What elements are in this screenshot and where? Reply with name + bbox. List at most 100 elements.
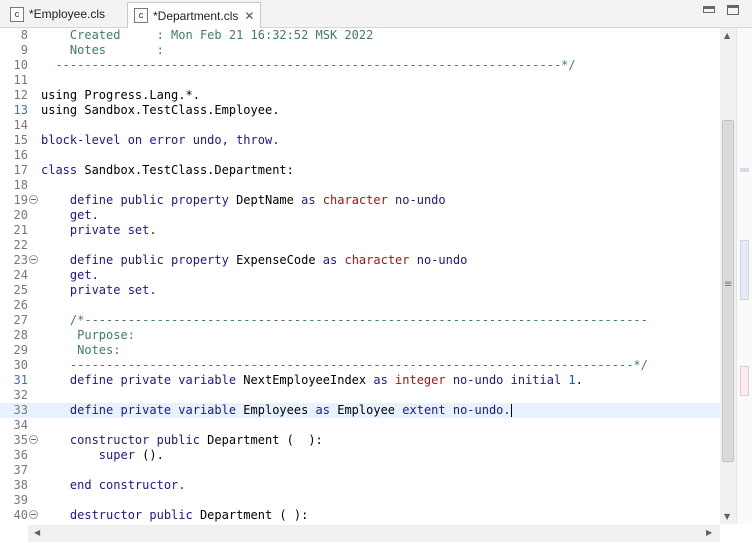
code-line[interactable]: 14: [0, 118, 720, 133]
code-editor[interactable]: 8 Created : Mon Feb 21 16:32:52 MSK 2022…: [0, 28, 720, 524]
code-token: as: [315, 403, 338, 417]
ruler-marker[interactable]: [740, 168, 749, 172]
tab-department-cls[interactable]: c *Department.cls ✕: [127, 2, 262, 28]
fold-collapse-icon[interactable]: [29, 255, 38, 264]
code-line[interactable]: 29 Notes:: [0, 343, 720, 358]
code-text[interactable]: block-level on error undo, throw.: [41, 133, 279, 148]
code-line[interactable]: 32: [0, 388, 720, 403]
code-line[interactable]: 33 define private variable Employees as …: [0, 403, 720, 418]
code-text[interactable]: constructor public Department ( ):: [41, 433, 323, 448]
tab-employee-cls[interactable]: c *Employee.cls: [4, 2, 111, 26]
fold-collapse-icon[interactable]: [29, 195, 38, 204]
code-token: Employees: [243, 403, 316, 417]
ruler-marker[interactable]: [740, 240, 749, 300]
code-text[interactable]: define public property ExpenseCode as ch…: [41, 253, 467, 268]
line-number: 11: [13, 73, 28, 87]
code-text[interactable]: define public property DeptName as chara…: [41, 193, 446, 208]
code-line[interactable]: 20 get.: [0, 208, 720, 223]
code-text[interactable]: private set.: [41, 283, 157, 298]
code-token: integer: [395, 373, 453, 387]
line-number: 31: [13, 373, 28, 387]
line-number: 28: [13, 328, 28, 342]
maximize-icon[interactable]: [727, 5, 739, 15]
code-line[interactable]: 11: [0, 73, 720, 88]
code-text[interactable]: Purpose:: [41, 328, 135, 343]
code-line[interactable]: 17 class Sandbox.TestClass.Department:: [0, 163, 720, 178]
code-text[interactable]: using Sandbox.TestClass.Employee.: [41, 103, 279, 118]
scrollbar-thumb[interactable]: [722, 120, 734, 462]
code-token: Purpose:: [41, 328, 135, 342]
code-line[interactable]: 36 super ().: [0, 448, 720, 463]
line-number: 20: [13, 208, 28, 222]
code-line[interactable]: 18: [0, 178, 720, 193]
code-text[interactable]: end constructor.: [41, 478, 186, 493]
code-line[interactable]: 38 end constructor.: [0, 478, 720, 493]
close-icon[interactable]: ✕: [244, 9, 254, 23]
code-line[interactable]: 27 /*-----------------------------------…: [0, 313, 720, 328]
vertical-scrollbar[interactable]: ▲ ▼: [720, 28, 736, 524]
code-line[interactable]: 16: [0, 148, 720, 163]
line-number: 34: [13, 418, 28, 432]
code-text[interactable]: super ().: [41, 448, 164, 463]
code-token: DeptName: [236, 193, 302, 207]
code-token: no-undo initial: [452, 373, 569, 387]
code-line[interactable]: 21 private set.: [0, 223, 720, 238]
code-line[interactable]: 35 constructor public Department ( ):: [0, 433, 720, 448]
code-token: /*--------------------------------------…: [41, 313, 648, 327]
overview-ruler[interactable]: [736, 28, 752, 524]
code-line[interactable]: 8 Created : Mon Feb 21 16:32:52 MSK 2022: [0, 28, 720, 43]
code-line[interactable]: 30 -------------------------------------…: [0, 358, 720, 373]
code-line[interactable]: 19 define public property DeptName as ch…: [0, 193, 720, 208]
code-token: constructor public: [41, 433, 208, 447]
code-line[interactable]: 40 destructor public Department ( ):: [0, 508, 720, 523]
code-line[interactable]: 34: [0, 418, 720, 433]
line-number: 15: [13, 133, 28, 147]
code-line[interactable]: 37: [0, 463, 720, 478]
line-number: 33: [13, 403, 28, 417]
code-line[interactable]: 25 private set.: [0, 283, 720, 298]
code-line[interactable]: 28 Purpose:: [0, 328, 720, 343]
code-text[interactable]: define private variable NextEmployeeInde…: [41, 373, 583, 388]
code-text[interactable]: destructor public Department ( ):: [41, 508, 308, 523]
code-text[interactable]: ----------------------------------------…: [41, 58, 575, 73]
fold-collapse-icon[interactable]: [29, 510, 38, 519]
code-token: as: [322, 253, 345, 267]
code-line[interactable]: 15 block-level on error undo, throw.: [0, 133, 720, 148]
code-text[interactable]: get.: [41, 208, 99, 223]
code-token: class: [41, 163, 85, 177]
scroll-right-icon[interactable]: ▶: [706, 528, 712, 537]
code-text[interactable]: get.: [41, 268, 99, 283]
code-token: ----------------------------------------…: [41, 358, 648, 372]
code-text[interactable]: private set.: [41, 223, 157, 238]
line-number: 8: [20, 28, 28, 42]
code-text[interactable]: ----------------------------------------…: [41, 358, 648, 373]
code-line[interactable]: 13 using Sandbox.TestClass.Employee.: [0, 103, 720, 118]
line-number: 23: [13, 253, 28, 267]
code-token: Created : Mon Feb 21 16:32:52 MSK 2022: [41, 28, 374, 42]
code-token: end constructor.: [41, 478, 186, 492]
code-line[interactable]: 31 define private variable NextEmployeeI…: [0, 373, 720, 388]
code-text[interactable]: /*--------------------------------------…: [41, 313, 648, 328]
code-line[interactable]: 9 Notes :: [0, 43, 720, 58]
code-line[interactable]: 12 using Progress.Lang.*.: [0, 88, 720, 103]
code-line[interactable]: 24 get.: [0, 268, 720, 283]
code-line[interactable]: 23 define public property ExpenseCode as…: [0, 253, 720, 268]
code-text[interactable]: Created : Mon Feb 21 16:32:52 MSK 2022: [41, 28, 373, 43]
code-line[interactable]: 22: [0, 238, 720, 253]
code-line[interactable]: 10 -------------------------------------…: [0, 58, 720, 73]
ruler-marker[interactable]: [740, 366, 749, 396]
code-line[interactable]: 39: [0, 493, 720, 508]
code-text[interactable]: Notes :: [41, 43, 164, 58]
scroll-left-icon[interactable]: ◀: [34, 528, 40, 537]
code-text[interactable]: class Sandbox.TestClass.Department:: [41, 163, 294, 178]
scroll-down-icon[interactable]: ▼: [724, 512, 730, 521]
line-number: 26: [13, 298, 28, 312]
minimize-icon[interactable]: [703, 6, 715, 13]
fold-collapse-icon[interactable]: [29, 435, 38, 444]
code-text[interactable]: Notes:: [41, 343, 120, 358]
code-text[interactable]: define private variable Employees as Emp…: [41, 403, 512, 418]
scroll-up-icon[interactable]: ▲: [724, 31, 730, 40]
horizontal-scrollbar[interactable]: ◀ ▶: [28, 525, 720, 542]
code-text[interactable]: using Progress.Lang.*.: [41, 88, 200, 103]
code-line[interactable]: 26: [0, 298, 720, 313]
